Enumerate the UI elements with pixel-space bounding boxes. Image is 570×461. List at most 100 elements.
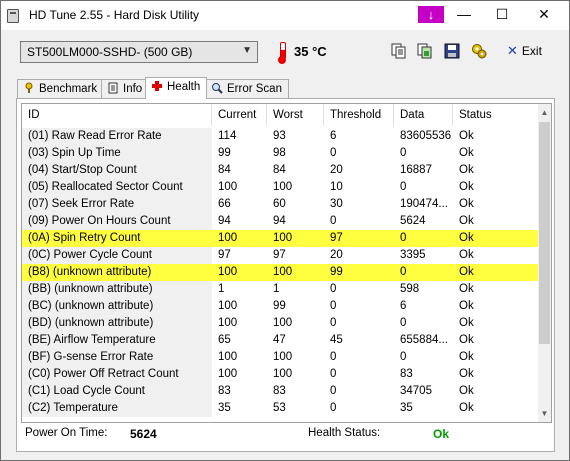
cell-data: 3395 [400,249,426,261]
cell-current: 100 [218,317,238,329]
cell-worst: 97 [273,249,286,261]
cell-current: 66 [218,198,231,210]
exit-button[interactable]: ✕ Exit [507,43,542,59]
cell-id: (B8) (unknown attribute) [22,264,212,281]
cell-data: 16887 [400,164,432,176]
table-body: (01) Raw Read Error Rate 114 93 6 83605536 Ok… [22,128,538,417]
hard-disk-app-icon [7,9,19,23]
table-row[interactable]: (BF) G-sense Error Rate 100 100 0 0 Ok [22,349,538,366]
app-window: HD Tune 2.55 - Hard Disk Utility ↓ — ☐ ✕… [0,0,570,461]
table-row[interactable]: (BE) Airflow Temperature 65 47 45 655884... O… [22,332,538,349]
table-row[interactable]: (C0) Power Off Retract Count 100 100 0 83 Ok [22,366,538,383]
cell-worst: 47 [273,334,286,346]
cell-threshold: 0 [330,283,337,295]
cell-current: 114 [218,130,237,142]
cell-id: (BD) (unknown attribute) [22,315,212,332]
tab-info-label: Info [123,83,143,95]
tab-info[interactable]: Info [101,79,147,98]
save-icon[interactable] [443,42,461,60]
copy-text-icon[interactable] [390,42,408,60]
tab-benchmark[interactable]: Benchmark [17,79,103,98]
column-header-worst[interactable]: Worst [267,104,324,126]
cell-status: Ok [459,198,474,210]
tab-error-scan[interactable]: Error Scan [205,79,289,98]
cell-worst: 53 [273,402,286,414]
column-header-id[interactable]: ID [22,104,212,126]
cell-data: 0 [400,181,407,193]
cell-status: Ok [459,283,474,295]
cell-current: 94 [218,215,231,227]
chevron-down-icon: ▼ [242,45,252,56]
cell-worst: 100 [273,266,293,278]
cell-current: 100 [218,181,238,193]
cell-id: (BB) (unknown attribute) [22,281,212,298]
cell-data: 598 [400,283,420,295]
cell-current: 100 [218,351,238,363]
cell-worst: 94 [273,215,286,227]
column-header-threshold[interactable]: Threshold [324,104,394,126]
cell-current: 100 [218,368,238,380]
table-row[interactable]: (BD) (unknown attribute) 100 100 0 0 Ok [22,315,538,332]
scroll-up-arrow-icon[interactable]: ▲ [538,104,551,121]
minimize-button[interactable]: — [443,1,485,30]
cell-status: Ok [459,232,474,244]
cell-id: (0C) Power Cycle Count [22,247,212,264]
maximize-button[interactable]: ☐ [481,1,523,30]
cell-current: 99 [218,147,231,159]
cell-threshold: 0 [330,147,337,159]
cell-worst: 60 [273,198,286,210]
magnifier-icon [212,83,223,94]
table-row[interactable]: (03) Spin Up Time 99 98 0 0 Ok [22,145,538,162]
cell-threshold: 97 [330,232,343,244]
table-row[interactable]: (0A) Spin Retry Count 100 100 97 0 Ok [22,230,538,247]
table-row[interactable]: (0C) Power Cycle Count 97 97 20 3395 Ok [22,247,538,264]
drive-select[interactable]: ST500LM000-SSHD- (500 GB) ▼ [20,41,258,63]
cell-threshold: 10 [330,181,343,193]
scrollbar-thumb[interactable] [539,122,550,344]
copy-image-icon[interactable] [416,42,434,60]
table-row[interactable]: (01) Raw Read Error Rate 114 93 6 83605536 Ok [22,128,538,145]
column-header-status[interactable]: Status [453,104,538,126]
cell-current: 1 [218,283,225,295]
cell-data: 83605536 [400,130,452,142]
cell-threshold: 20 [330,249,343,261]
cell-data: 0 [400,147,407,159]
cell-status: Ok [459,300,474,312]
tab-health[interactable]: Health [145,77,207,99]
table-row[interactable]: (09) Power On Hours Count 94 94 0 5624 Ok [22,213,538,230]
table-row[interactable]: (BC) (unknown attribute) 100 99 0 6 Ok [22,298,538,315]
cell-id: (01) Raw Read Error Rate [22,128,212,145]
table-row[interactable]: (05) Reallocated Sector Count 100 100 10 0 Ok [22,179,538,196]
table-row[interactable]: (04) Start/Stop Count 84 84 20 16887 Ok [22,162,538,179]
cell-status: Ok [459,249,474,261]
vertical-scrollbar[interactable]: ▲ ▼ [538,104,551,422]
close-button[interactable]: ✕ [523,1,565,30]
cell-id: (04) Start/Stop Count [22,162,212,179]
cell-status: Ok [459,164,474,176]
scroll-down-arrow-icon[interactable]: ▼ [538,405,551,422]
options-icon[interactable] [470,42,488,60]
cell-data: 5624 [400,215,426,227]
cell-threshold: 99 [330,266,343,278]
cell-status: Ok [459,266,474,278]
table-row[interactable]: (07) Seek Error Rate 66 60 30 190474... Ok [22,196,538,213]
table-row[interactable]: (C2) Temperature 35 53 0 35 Ok [22,400,538,417]
column-header-current[interactable]: Current [212,104,267,126]
cell-data: 0 [400,317,407,329]
tab-error-scan-label: Error Scan [227,83,282,95]
cell-worst: 93 [273,130,286,142]
table-row[interactable]: (C1) Load Cycle Count 83 83 0 34705 Ok [22,383,538,400]
info-icon [108,82,118,94]
cell-current: 100 [218,300,238,312]
table-row[interactable]: (B8) (unknown attribute) 100 100 99 0 Ok [22,264,538,281]
download-arrow-icon[interactable]: ↓ [418,6,444,23]
table-row[interactable]: (BB) (unknown attribute) 1 1 0 598 Ok [22,281,538,298]
cell-id: (05) Reallocated Sector Count [22,179,212,196]
cell-data: 6 [400,300,407,312]
cell-id: (C0) Power Off Retract Count [22,366,212,383]
cell-threshold: 0 [330,351,337,363]
column-header-data[interactable]: Data [394,104,453,126]
cell-worst: 1 [273,283,280,295]
thermometer-icon [278,42,286,64]
benchmark-icon [25,82,33,93]
